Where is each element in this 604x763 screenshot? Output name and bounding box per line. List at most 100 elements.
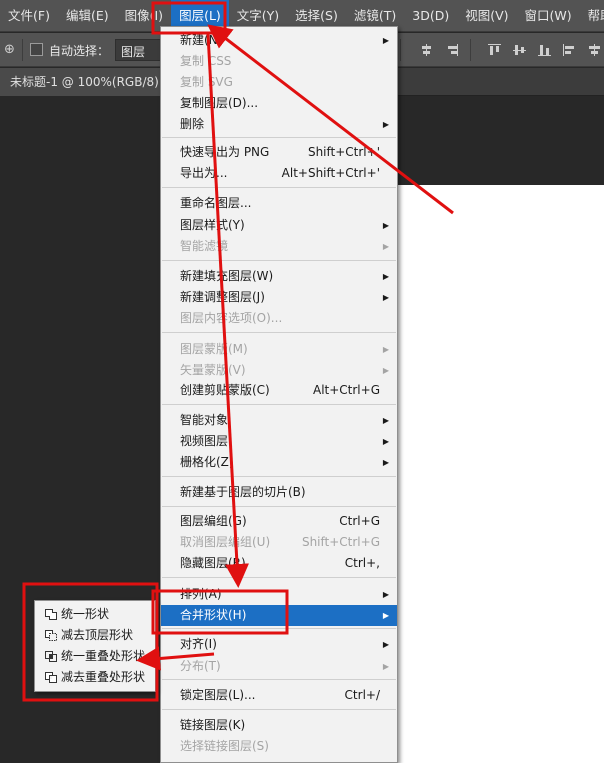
menu-item-new-adjustment-layer[interactable]: 新建调整图层(J) ▶ <box>161 287 397 308</box>
menu-item-label: 智能滤镜 <box>180 239 229 253</box>
menu-item-label: 创建剪贴蒙版(C) <box>180 383 270 397</box>
distribute-horizontal-center-icon[interactable] <box>588 44 601 56</box>
layer-menu-dropdown: 新建(N) ▶ 复制 CSS 复制 SVG 复制图层(D)... 删除 ▶ 快速导出… <box>160 26 398 763</box>
divider <box>470 39 471 61</box>
submenu-arrow-icon: ▶ <box>382 458 389 467</box>
menu-item-hide-layers[interactable]: 隐藏图层(R) Ctrl+, <box>161 553 397 574</box>
submenu-arrow-icon: ▶ <box>382 590 389 599</box>
submenu-item-label: 统一重叠处形状 <box>61 649 146 663</box>
menu-item-layer-content-options: 图层内容选项(O)... <box>161 308 397 329</box>
menu-item-shortcut: Shift+Ctrl+' <box>307 145 380 159</box>
menu-item-duplicate-layer[interactable]: 复制图层(D)... <box>161 93 397 114</box>
menu-3d[interactable]: 3D(D) <box>404 0 457 32</box>
menu-item-new-fill-layer[interactable]: 新建填充图层(W) ▶ <box>161 266 397 287</box>
menu-item-label: 新建(N) <box>180 33 223 47</box>
submenu-arrow-icon: ▶ <box>382 662 389 671</box>
menu-item-create-clipping-mask[interactable]: 创建剪贴蒙版(C) Alt+Ctrl+G <box>161 380 397 401</box>
menu-item-label: 智能对象 <box>180 413 229 427</box>
menu-item-label: 新建填充图层(W) <box>180 269 274 283</box>
menu-item-label: 图层蒙版(M) <box>180 342 248 356</box>
menu-item-smart-object[interactable]: 智能对象 ▶ <box>161 410 397 431</box>
submenu-item-subtract-front-shape[interactable]: 减去顶层形状 <box>35 625 155 646</box>
divider <box>400 39 401 61</box>
menu-separator <box>162 137 396 138</box>
menu-item-shortcut: Ctrl+, <box>344 556 380 570</box>
menu-file[interactable]: 文件(F) <box>0 0 58 32</box>
document-tab[interactable]: 未标题-1 @ 100%(RGB/8) * <box>0 68 179 96</box>
menu-item-label: 快速导出为 PNG <box>180 145 270 159</box>
menu-item-label: 图层编组(G) <box>180 514 247 528</box>
distribute-top-icon[interactable] <box>488 44 501 56</box>
menu-item-label: 对齐(I) <box>180 637 217 651</box>
distribute-bottom-icon[interactable] <box>538 44 551 56</box>
auto-select-target-select[interactable]: 图层 <box>115 39 161 61</box>
menu-item-export-as[interactable]: 导出为... Alt+Shift+Ctrl+' <box>161 163 397 184</box>
menu-item-label: 分布(T) <box>180 659 221 673</box>
menu-item-label: 删除 <box>180 117 205 131</box>
menu-item-layer-style[interactable]: 图层样式(Y) ▶ <box>161 215 397 236</box>
menu-item-shortcut: Ctrl+G <box>339 514 380 528</box>
submenu-arrow-icon: ▶ <box>382 36 389 45</box>
menu-item-combine-shapes[interactable]: 合并形状(H) ▶ <box>161 605 397 626</box>
menu-item-label: 栅格化(Z) <box>180 455 234 469</box>
distribute-vertical-center-icon[interactable] <box>513 44 526 56</box>
menu-item-shortcut: Alt+Shift+Ctrl+' <box>281 166 380 180</box>
submenu-item-exclude-overlap[interactable]: 减去重叠处形状 <box>35 667 155 688</box>
menu-item-label: 图层样式(Y) <box>180 218 245 232</box>
menu-item-label: 复制 SVG <box>180 75 233 89</box>
submenu-item-intersect-shapes[interactable]: 统一重叠处形状 <box>35 646 155 667</box>
submenu-arrow-icon: ▶ <box>382 293 389 302</box>
menu-item-quick-export-png[interactable]: 快速导出为 PNG Shift+Ctrl+' <box>161 142 397 163</box>
menu-item-align[interactable]: 对齐(I) ▶ <box>161 634 397 655</box>
submenu-arrow-icon: ▶ <box>382 120 389 129</box>
distribute-left-icon[interactable] <box>563 44 576 56</box>
menu-item-label: 取消图层编组(U) <box>180 535 271 549</box>
menu-item-label: 导出为... <box>180 166 228 180</box>
submenu-item-label: 减去顶层形状 <box>61 628 134 642</box>
auto-select-checkbox[interactable] <box>30 43 43 56</box>
align-right-icon[interactable] <box>445 44 458 56</box>
menu-item-label: 排列(A) <box>180 587 222 601</box>
menu-item-label: 新建基于图层的切片(B) <box>180 485 306 499</box>
submenu-arrow-icon: ▶ <box>382 437 389 446</box>
menu-item-new[interactable]: 新建(N) ▶ <box>161 30 397 51</box>
menu-item-link-layers[interactable]: 链接图层(K) <box>161 715 397 736</box>
combine-shapes-submenu: 统一形状 减去顶层形状 统一重叠处形状 减去重叠处形状 <box>34 600 156 692</box>
menu-item-label: 复制图层(D)... <box>180 96 259 110</box>
menu-item-rasterize[interactable]: 栅格化(Z) ▶ <box>161 452 397 473</box>
menu-item-label: 视频图层 <box>180 434 229 448</box>
menu-help[interactable]: 帮助(H) <box>580 0 604 32</box>
menu-separator <box>162 679 396 680</box>
align-horizontal-center-icon[interactable] <box>420 44 433 56</box>
intersect-shapes-icon <box>45 651 57 662</box>
document-canvas[interactable] <box>397 185 604 763</box>
menu-separator <box>162 506 396 507</box>
menu-item-video-layers[interactable]: 视频图层 ▶ <box>161 431 397 452</box>
menu-item-delete[interactable]: 删除 ▶ <box>161 114 397 135</box>
menu-item-ungroup-layers: 取消图层编组(U) Shift+Ctrl+G <box>161 532 397 553</box>
menu-separator <box>162 476 396 477</box>
menu-view[interactable]: 视图(V) <box>457 0 516 32</box>
menu-item-arrange[interactable]: 排列(A) ▶ <box>161 584 397 605</box>
menu-item-label: 图层内容选项(O)... <box>180 311 283 325</box>
tool-preset-icon[interactable]: ⊕ <box>4 42 15 57</box>
submenu-arrow-icon: ▶ <box>382 416 389 425</box>
menu-separator <box>162 628 396 629</box>
menu-item-shortcut: Alt+Ctrl+G <box>312 383 380 397</box>
menu-item-lock-layers[interactable]: 锁定图层(L)... Ctrl+/ <box>161 685 397 706</box>
menu-item-label: 选择链接图层(S) <box>180 739 269 753</box>
submenu-arrow-icon: ▶ <box>382 640 389 649</box>
menu-window[interactable]: 窗口(W) <box>517 0 580 32</box>
menu-edit[interactable]: 编辑(E) <box>58 0 117 32</box>
menu-item-rename-layer[interactable]: 重命名图层... <box>161 193 397 214</box>
menu-separator <box>162 404 396 405</box>
submenu-item-label: 统一形状 <box>61 607 110 621</box>
menu-item-copy-svg: 复制 SVG <box>161 72 397 93</box>
submenu-item-unite-shapes[interactable]: 统一形状 <box>35 604 155 625</box>
menu-item-group-layers[interactable]: 图层编组(G) Ctrl+G <box>161 511 397 532</box>
menu-item-distribute: 分布(T) ▶ <box>161 656 397 677</box>
menu-item-label: 矢量蒙版(V) <box>180 363 246 377</box>
menu-item-new-layer-based-slice[interactable]: 新建基于图层的切片(B) <box>161 482 397 503</box>
unite-shapes-icon <box>45 609 57 620</box>
menu-separator <box>162 332 396 333</box>
